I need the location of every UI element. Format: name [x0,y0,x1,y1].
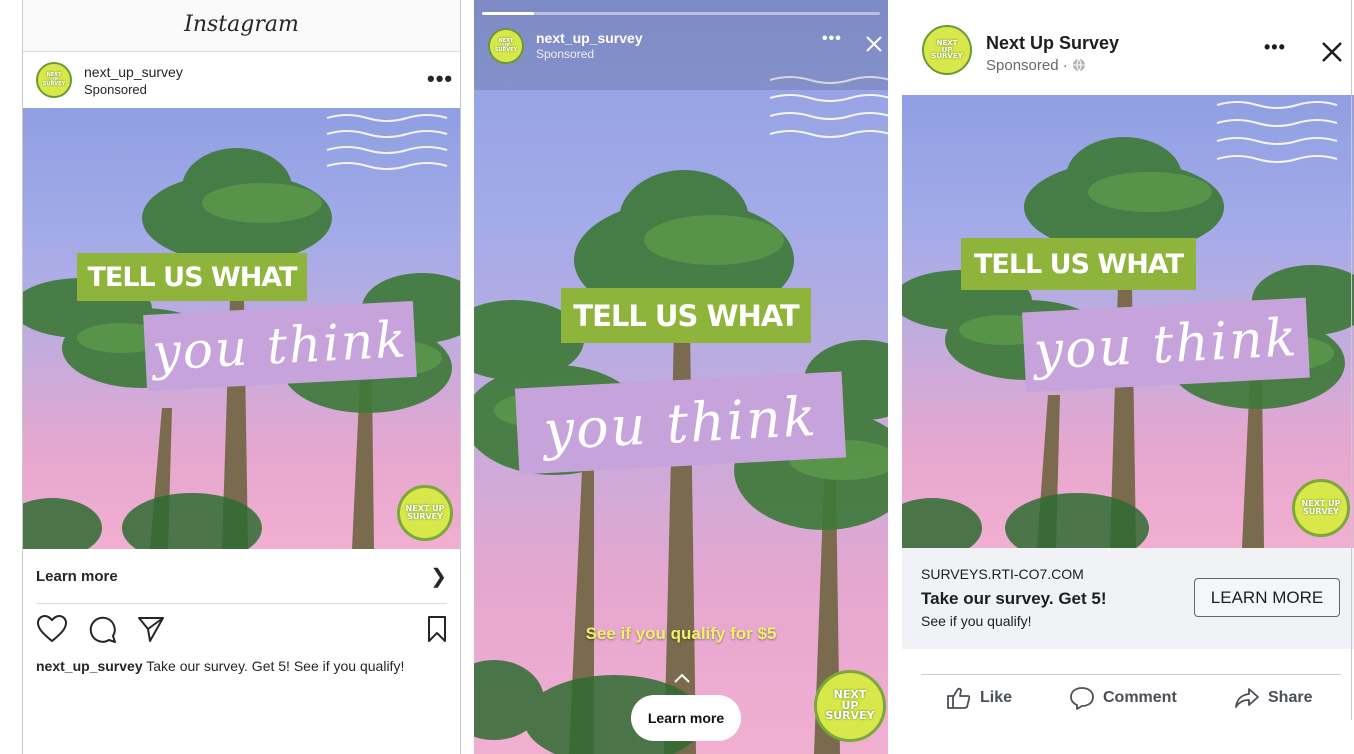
share-icon [1235,688,1259,708]
username[interactable]: next_up_survey [536,30,643,46]
profile-avatar[interactable]: NEXT UP SURVEY [488,28,524,64]
learn-more-link[interactable]: Learn more [36,568,118,585]
caption-text: Take our survey. Get 5! See if you quali… [146,658,405,674]
page-avatar[interactable]: NEXT UP SURVEY [922,25,972,75]
instagram-feed-ad: Instagram NEXT UP SURVEY next_up_survey … [22,0,461,754]
headline-banner: TELL US WHAT [77,253,307,301]
logo-text: NEXT UP SURVEY [405,504,445,521]
panel-border [460,0,461,754]
link-headline: Take our survey. Get 5! [921,589,1107,608]
thumbs-up-icon [947,687,971,709]
story-tagline: See if you qualify for $5 [585,624,777,643]
like-label: Like [980,689,1013,706]
learn-more-button[interactable]: Learn more [631,695,741,741]
brand-logo: NEXT UP SURVEY [814,670,886,742]
avatar-logo-text: NEXT UP SURVEY [931,39,963,61]
share-button[interactable]: Share [1234,683,1312,713]
app-title: Instagram [184,12,299,37]
chevron-up-icon[interactable] [673,672,691,684]
comment-icon [1070,687,1094,710]
divider [921,674,1341,675]
heart-icon[interactable] [36,614,68,644]
bookmark-icon[interactable] [426,614,448,644]
like-button[interactable]: Like [946,683,1012,713]
ad-image[interactable]: TELL US WHAT you think NEXT UP SURVEY [22,108,461,549]
sponsored-label: Sponsored [536,47,595,61]
divider [36,603,447,604]
instagram-top-bar: Instagram [22,0,461,52]
story-progress-fill [482,12,534,15]
headline-banner: TELL US WHAT [561,288,811,343]
sponsored-text: Sponsored · [986,57,1072,74]
page-name[interactable]: Next Up Survey [986,33,1119,54]
globe-icon [1072,58,1085,72]
subheadline-banner: you think [143,300,417,392]
panel-border [1351,0,1352,720]
chevron-right-icon[interactable]: ❯ [430,564,447,589]
more-options-icon[interactable]: ••• [1264,37,1286,58]
profile-avatar[interactable]: NEXT UP SURVEY [36,62,72,98]
caption-username[interactable]: next_up_survey [36,658,143,674]
post-caption: next_up_survey Take our survey. Get 5! S… [36,656,436,676]
subheadline-banner: you think [514,371,847,475]
username[interactable]: next_up_survey [84,64,183,80]
more-options-icon[interactable]: ••• [822,30,842,48]
subheadline-banner: you think [1022,297,1310,393]
close-icon[interactable] [1320,40,1344,64]
instagram-story-ad: TELL US WHAT you think NEXT UP SURVEY NE… [474,0,888,754]
learn-more-button[interactable]: LEARN MORE [1194,578,1340,617]
headline-banner: TELL US WHAT [961,238,1196,290]
logo-text: NEXT UP SURVEY [825,688,875,723]
sponsored-label: Sponsored · [986,57,1086,74]
ad-image[interactable]: TELL US WHAT you think NEXT UP SURVEY [902,95,1354,548]
avatar-logo-text: NEXT UP SURVEY [42,71,66,88]
facebook-feed-ad: NEXT UP SURVEY Next Up Survey Sponsored … [902,0,1354,754]
comment-button[interactable]: Comment [1069,683,1177,713]
link-description: See if you qualify! [921,613,1032,629]
sponsored-label: Sponsored [84,82,147,97]
comment-label: Comment [1103,689,1177,706]
share-icon[interactable] [136,614,166,644]
brand-logo: NEXT UP SURVEY [1292,479,1350,537]
brand-logo: NEXT UP SURVEY [397,485,453,541]
logo-text: NEXT UP SURVEY [1301,499,1341,516]
link-domain: SURVEYS.RTI-CO7.COM [921,566,1084,582]
avatar-logo-text: NEXT UP SURVEY [494,37,518,54]
share-label: Share [1268,689,1313,706]
comment-icon[interactable] [87,614,117,644]
story-progress-bar [482,12,880,15]
more-options-icon[interactable]: ••• [427,66,453,92]
panel-border [22,0,23,754]
close-icon[interactable] [864,34,884,54]
